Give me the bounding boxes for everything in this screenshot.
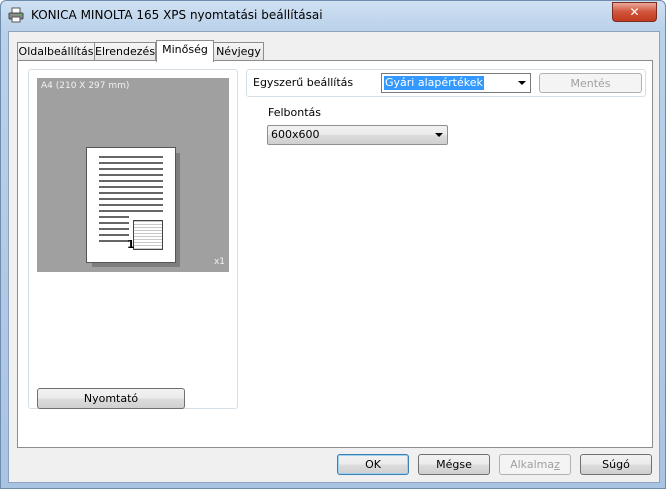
tab-page-setup[interactable]: Oldalbeállítás xyxy=(17,42,95,61)
quick-settings-select[interactable]: Gyári alapértékek xyxy=(381,73,531,93)
text-line xyxy=(99,234,129,236)
text-line xyxy=(99,204,163,206)
tab-label: Névjegy xyxy=(216,45,261,58)
printer-button[interactable]: Nyomtató xyxy=(37,388,185,409)
resolution-select[interactable]: 600x600 xyxy=(267,125,448,145)
preview-group: A4 (210 X 297 mm) 1 x1 Nyomtató xyxy=(28,69,238,409)
quick-settings-value: Gyári alapértékek xyxy=(384,76,484,90)
apply-access-key: z xyxy=(554,458,560,471)
text-line xyxy=(99,222,129,224)
chevron-down-icon xyxy=(435,133,443,137)
apply-button[interactable]: Alkalmaz xyxy=(499,454,571,475)
dialog-client: Oldalbeállítás Elrendezés Minőség Névjeg… xyxy=(8,31,660,483)
save-button[interactable]: Mentés xyxy=(539,73,642,93)
tab-quality[interactable]: Minőség xyxy=(156,40,214,62)
quality-tab-panel: A4 (210 X 297 mm) 1 x1 Nyomtató Egyszerű… xyxy=(17,60,653,448)
tab-layout[interactable]: Elrendezés xyxy=(94,42,156,61)
text-line xyxy=(99,210,163,212)
title-bar[interactable]: KONICA MINOLTA 165 XPS nyomtatási beállí… xyxy=(1,1,665,29)
tab-about[interactable]: Névjegy xyxy=(213,42,264,61)
text-line xyxy=(99,216,129,218)
page-number: 1 xyxy=(127,238,135,251)
text-line xyxy=(99,192,163,194)
window-title: KONICA MINOLTA 165 XPS nyomtatási beállí… xyxy=(31,8,323,22)
close-icon: ✕ xyxy=(629,5,640,19)
text-line xyxy=(99,156,163,158)
quick-settings-group: Egyszerű beállítás Gyári alapértékek Men… xyxy=(246,69,646,97)
quick-settings-label: Egyszerű beállítás xyxy=(253,76,354,89)
tab-label: Minőség xyxy=(162,43,208,56)
dialog-window: KONICA MINOLTA 165 XPS nyomtatási beállí… xyxy=(0,0,666,489)
tab-label: Oldalbeállítás xyxy=(18,45,94,58)
text-line xyxy=(99,174,163,176)
copies-label: x1 xyxy=(213,257,225,267)
image-placeholder xyxy=(133,220,163,250)
cancel-button[interactable]: Mégse xyxy=(418,454,490,475)
text-line xyxy=(99,186,163,188)
paper-size-label: A4 (210 X 297 mm) xyxy=(41,81,130,91)
text-line xyxy=(99,168,163,170)
text-line xyxy=(99,162,163,164)
page-preview: A4 (210 X 297 mm) 1 x1 xyxy=(37,78,229,272)
text-line xyxy=(99,198,163,200)
apply-label: Alkalma xyxy=(510,458,555,471)
resolution-label: Felbontás xyxy=(268,106,322,119)
tab-label: Elrendezés xyxy=(95,45,156,58)
close-button[interactable]: ✕ xyxy=(612,2,657,22)
text-line xyxy=(99,180,163,182)
printer-icon xyxy=(8,7,24,23)
help-button[interactable]: Súgó xyxy=(580,454,652,475)
text-line xyxy=(99,240,129,242)
text-line xyxy=(99,228,129,230)
preview-page: 1 xyxy=(86,147,176,263)
chevron-down-icon xyxy=(518,81,526,85)
resolution-value: 600x600 xyxy=(271,128,320,141)
ok-button[interactable]: OK xyxy=(337,454,409,475)
